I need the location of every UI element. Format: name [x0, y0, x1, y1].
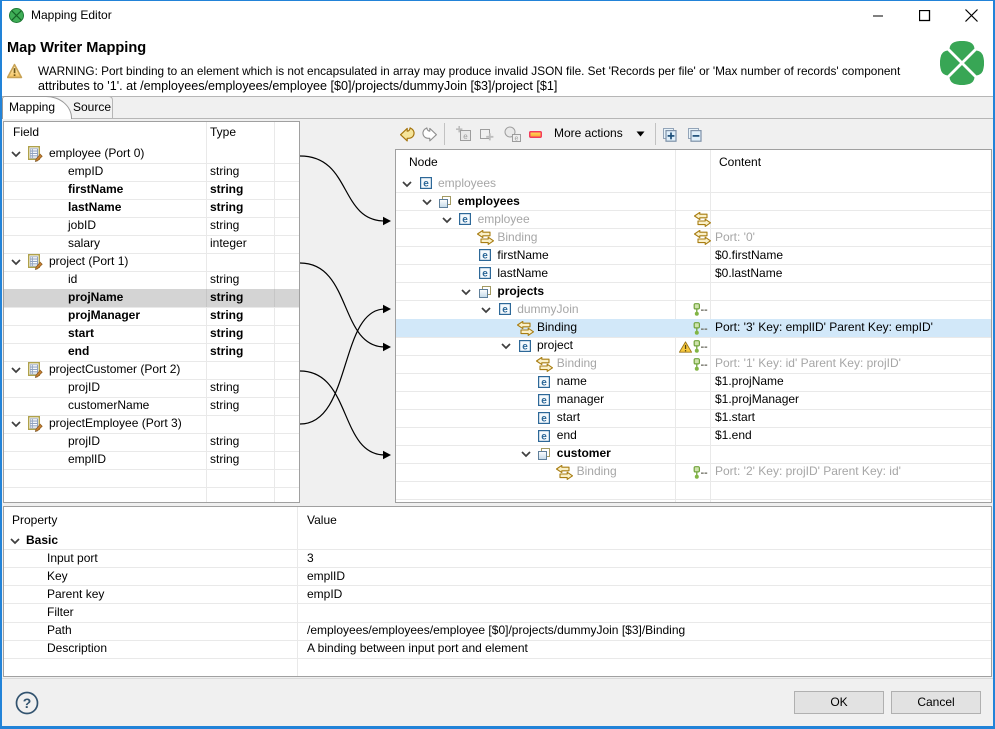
svg-text:e: e: [515, 136, 519, 143]
svg-text:?: ?: [23, 695, 32, 711]
svg-text:e: e: [542, 413, 548, 424]
svg-text:e: e: [522, 341, 528, 352]
svg-text:e: e: [423, 179, 429, 190]
svg-text:e: e: [482, 269, 488, 280]
svg-text:e: e: [482, 251, 488, 262]
svg-text:e: e: [463, 132, 468, 141]
svg-text:e: e: [542, 377, 548, 388]
svg-text:e: e: [542, 395, 548, 406]
svg-text:e: e: [542, 431, 548, 442]
svg-text:e: e: [462, 215, 468, 226]
svg-text:e: e: [502, 305, 508, 316]
